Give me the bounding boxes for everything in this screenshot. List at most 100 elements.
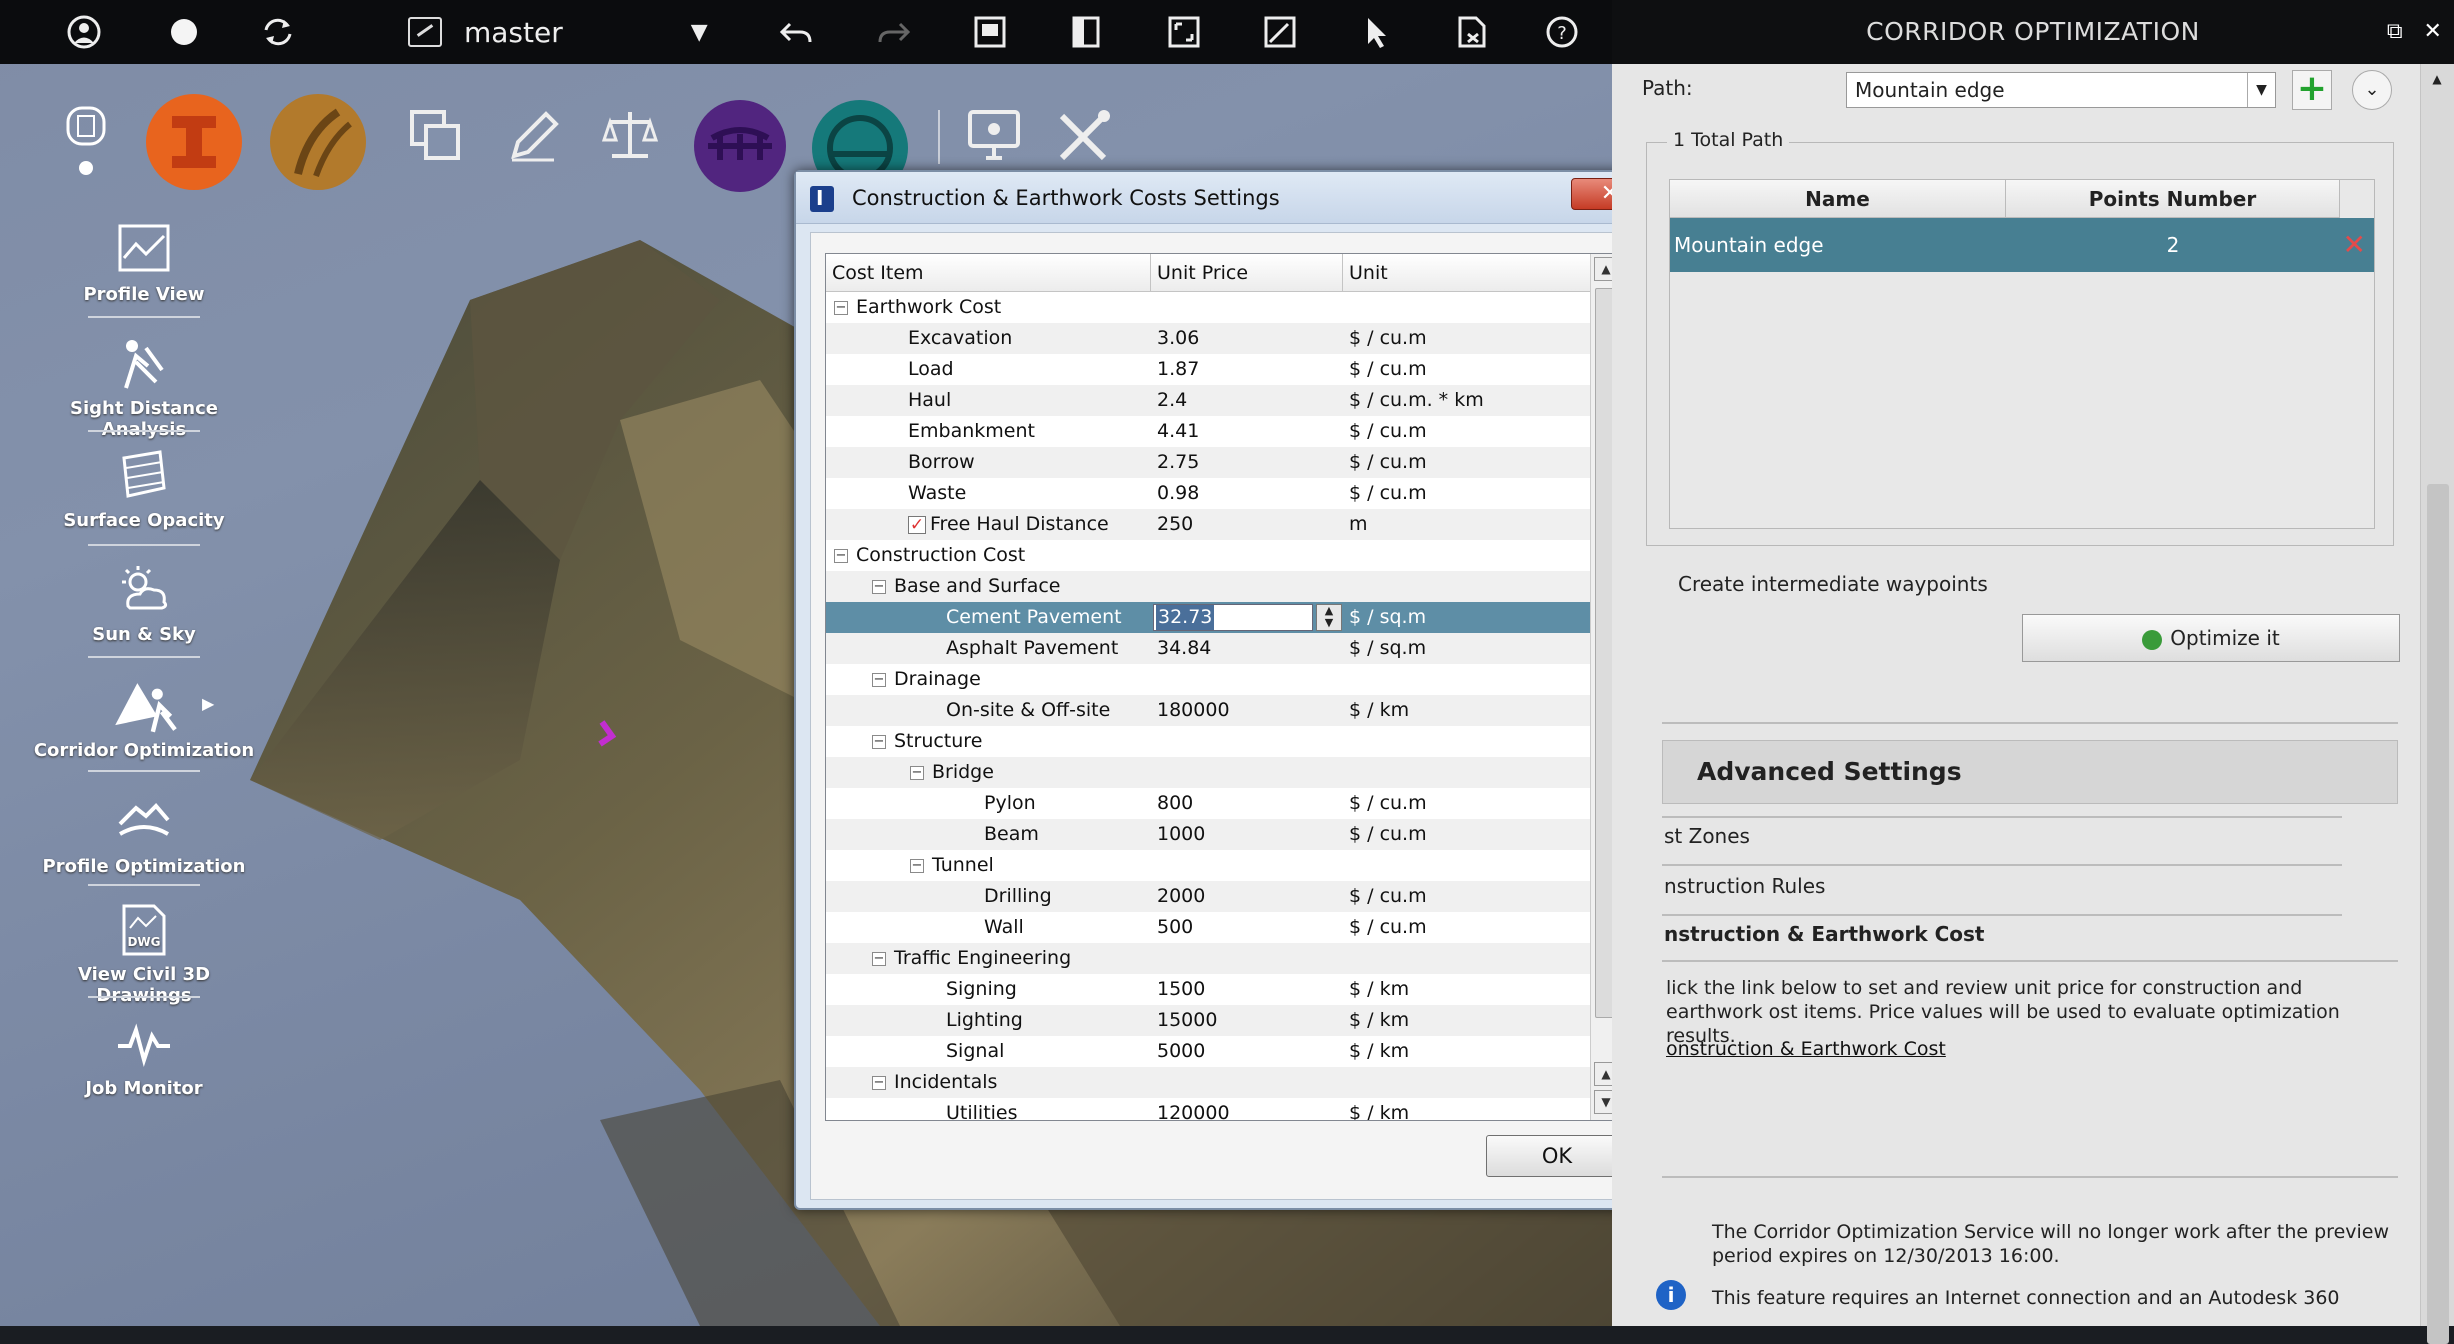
path-select[interactable]: Mountain edge ▼ — [1846, 72, 2276, 108]
dialog-close-button[interactable]: ✕ — [1571, 178, 1612, 210]
table-row[interactable]: Load 1.87 $ / cu.m — [826, 354, 1591, 385]
ok-button[interactable]: OK — [1486, 1135, 1612, 1177]
col-header-cost-item[interactable]: Cost Item — [826, 254, 1151, 292]
nav-view-civil-3d-drawings[interactable]: DWG View Civil 3D Drawings — [28, 902, 260, 1006]
table-row[interactable]: Beam 1000 $ / cu.m — [826, 819, 1591, 850]
collapse-icon[interactable]: − — [872, 734, 886, 749]
unit-price-cell[interactable]: 1000 — [1157, 819, 1205, 850]
collapse-icon[interactable]: − — [834, 300, 848, 315]
price-stepper[interactable]: ▲ ▼ — [1316, 604, 1342, 631]
col-header-unit-price[interactable]: Unit Price — [1151, 254, 1343, 292]
collapse-icon[interactable]: − — [910, 765, 924, 780]
unit-price-cell[interactable]: 250 — [1157, 509, 1193, 540]
table-row[interactable]: Excavation 3.06 $ / cu.m — [826, 323, 1591, 354]
unit-price-cell[interactable]: 2000 — [1157, 881, 1205, 912]
table-row[interactable]: Signal 5000 $ / km — [826, 1036, 1591, 1067]
presentation-icon[interactable] — [964, 106, 1024, 166]
redo-icon[interactable] — [874, 14, 914, 50]
unit-price-input[interactable]: 32.73 — [1153, 604, 1313, 631]
unit-price-cell[interactable]: 34.84 — [1157, 633, 1211, 664]
nav-corridor-optimization[interactable]: Corridor Optimization — [28, 672, 260, 761]
fit-view-icon[interactable] — [1164, 14, 1204, 50]
scroll-up-icon[interactable]: ▲ — [2425, 72, 2449, 94]
table-row[interactable]: − Traffic Engineering — [826, 943, 1591, 974]
roads-button[interactable] — [268, 92, 368, 192]
unit-price-cell[interactable]: 5000 — [1157, 1036, 1205, 1067]
nav-sun-sky[interactable]: Sun & Sky — [28, 562, 260, 645]
adv-item-construction-earthwork-cost[interactable]: nstruction & Earthwork Cost — [1664, 922, 1984, 946]
unit-price-cell[interactable]: 2.75 — [1157, 447, 1199, 478]
add-path-button[interactable]: + — [2292, 70, 2332, 110]
scroll-down-icon[interactable]: ▼ — [1594, 1090, 1612, 1114]
panel-toggle-icon[interactable] — [1066, 14, 1106, 50]
col-header-unit[interactable]: Unit — [1343, 254, 1591, 292]
collapse-icon[interactable]: − — [872, 579, 886, 594]
dialog-title-bar[interactable]: Construction & Earthwork Costs Settings … — [796, 172, 1612, 224]
col-header-name[interactable]: Name — [1670, 180, 2006, 218]
nav-profile-optimization[interactable]: Profile Optimization — [28, 794, 260, 877]
col-header-points-number[interactable]: Points Number — [2006, 180, 2340, 218]
unit-price-cell[interactable]: 500 — [1157, 912, 1193, 943]
scroll-thumb[interactable] — [2427, 484, 2449, 1344]
unit-price-cell[interactable]: 3.06 — [1157, 323, 1199, 354]
delete-path-icon[interactable]: ✕ — [2343, 218, 2366, 272]
unit-price-cell[interactable]: 1500 — [1157, 974, 1205, 1005]
adv-item-construction-rules[interactable]: nstruction Rules — [1664, 874, 1825, 898]
pencil-icon[interactable] — [504, 106, 564, 166]
branch-dropdown-icon[interactable]: ▼ — [691, 20, 708, 45]
table-row[interactable]: − Tunnel — [826, 850, 1591, 881]
scroll-thumb[interactable] — [1595, 288, 1612, 1018]
nav-surface-opacity[interactable]: Surface Opacity — [28, 448, 260, 531]
unit-price-cell[interactable]: 15000 — [1157, 1005, 1217, 1036]
collapse-icon[interactable]: − — [910, 858, 924, 873]
restore-panel-icon[interactable]: ⧉ — [2380, 18, 2410, 46]
table-row[interactable]: − Incidentals — [826, 1067, 1591, 1098]
user-icon[interactable] — [64, 14, 104, 50]
branch-selector[interactable]: master ▼ — [408, 12, 708, 52]
table-row[interactable]: − Earthwork Cost — [826, 292, 1591, 323]
table-row[interactable]: Wall 500 $ / cu.m — [826, 912, 1591, 943]
table-row[interactable]: Utilities 120000 $ / km — [826, 1098, 1591, 1120]
export-icon[interactable] — [1452, 14, 1492, 50]
grid-vertical-scrollbar[interactable]: ▲ ▲ ▼ — [1590, 254, 1612, 1120]
table-row[interactable]: Signing 1500 $ / km — [826, 974, 1591, 1005]
unit-price-cell[interactable]: 180000 — [1157, 695, 1230, 726]
layer-settings-icon[interactable] — [62, 104, 112, 175]
view-edit-icon[interactable] — [1260, 14, 1300, 50]
expand-options-icon[interactable]: ⌄ — [2352, 70, 2392, 110]
free-haul-checkbox[interactable]: ✓ — [908, 515, 926, 534]
undo-icon[interactable] — [776, 14, 816, 50]
bridges-button[interactable] — [692, 98, 788, 194]
collapse-icon[interactable]: − — [872, 1075, 886, 1090]
table-row[interactable]: − Construction Cost — [826, 540, 1591, 571]
table-row[interactable]: Haul 2.4 $ / cu.m. * km — [826, 385, 1591, 416]
scroll-up-icon[interactable]: ▲ — [1594, 1062, 1612, 1086]
chevron-down-icon[interactable]: ▼ — [2247, 73, 2275, 107]
unit-price-cell[interactable]: 1.87 — [1157, 354, 1199, 385]
table-row[interactable]: Pylon 800 $ / cu.m — [826, 788, 1591, 819]
select-cursor-icon[interactable] — [1356, 14, 1396, 50]
adv-item-cost-zones[interactable]: st Zones — [1664, 824, 1750, 848]
collapse-icon[interactable]: − — [872, 951, 886, 966]
table-row[interactable]: − Bridge — [826, 757, 1591, 788]
nav-profile-view[interactable]: Profile View — [28, 222, 260, 305]
table-row[interactable]: Asphalt Pavement 34.84 $ / sq.m — [826, 633, 1591, 664]
table-row[interactable]: Borrow 2.75 $ / cu.m — [826, 447, 1591, 478]
collapse-icon[interactable]: − — [872, 672, 886, 687]
status-dot-icon[interactable] — [164, 14, 204, 50]
table-row[interactable]: Drilling 2000 $ / cu.m — [826, 881, 1591, 912]
nav-sight-distance-analysis[interactable]: Sight Distance Analysis — [28, 336, 260, 440]
panel-scrollbar[interactable]: ▲ — [2420, 64, 2454, 1344]
help-icon[interactable]: ? — [1542, 14, 1582, 50]
create-waypoints-checkbox-label[interactable]: Create intermediate waypoints — [1678, 572, 1988, 596]
table-row[interactable]: Mountain edge 2 ✕ — [1670, 218, 2374, 272]
save-scene-icon[interactable] — [970, 14, 1010, 50]
3d-viewport[interactable]: master ▼ ? Profile View Sight Distance A… — [0, 0, 1612, 1326]
collapse-icon[interactable]: − — [834, 548, 848, 563]
optimize-button[interactable]: Optimize it — [2022, 614, 2400, 662]
advanced-settings-header[interactable]: Advanced Settings — [1662, 740, 2398, 804]
unit-price-cell[interactable]: 0.98 — [1157, 478, 1199, 509]
nav-job-monitor[interactable]: Job Monitor — [28, 1016, 260, 1099]
sync-icon[interactable] — [258, 14, 298, 50]
copy-layers-icon[interactable] — [406, 106, 466, 166]
